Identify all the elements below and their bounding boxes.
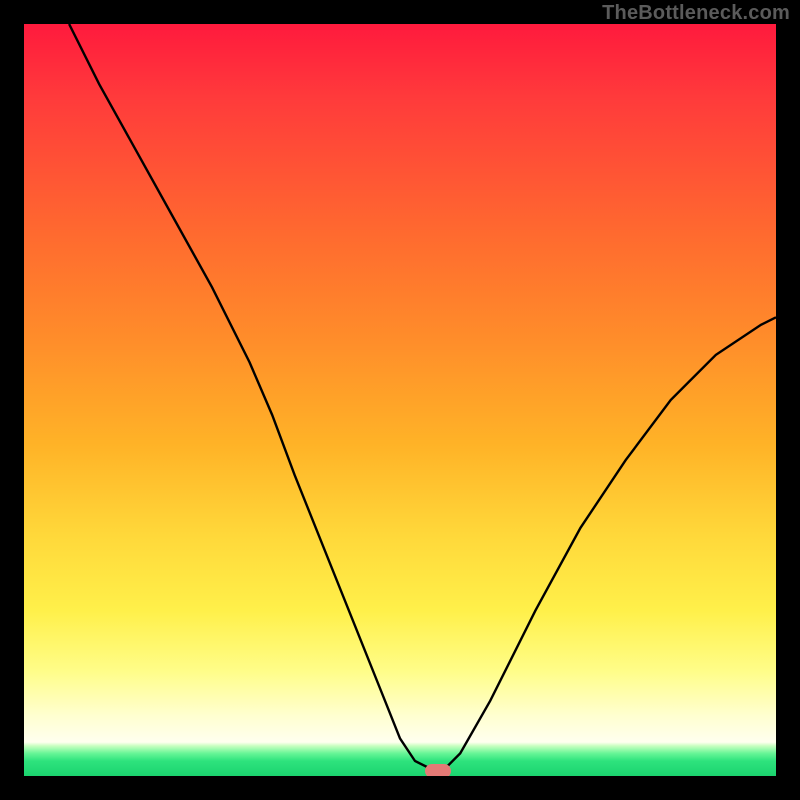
attribution-label: TheBottleneck.com bbox=[602, 2, 790, 25]
optimal-marker bbox=[425, 764, 451, 776]
curve-svg bbox=[24, 24, 776, 776]
plot-area bbox=[24, 24, 776, 776]
bottleneck-curve bbox=[69, 24, 776, 769]
chart-container: TheBottleneck.com bbox=[0, 0, 800, 800]
